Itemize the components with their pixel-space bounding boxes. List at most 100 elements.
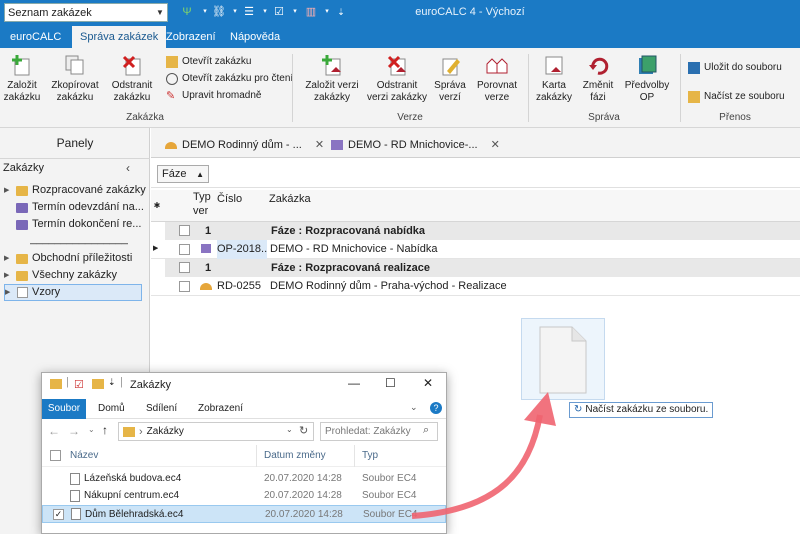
maximize-icon[interactable]: ☐: [385, 376, 396, 390]
house-icon: [165, 141, 177, 149]
chevron-down-icon[interactable]: ⌄: [88, 425, 95, 434]
row-checkbox[interactable]: [179, 281, 190, 292]
ribbon-tabs: euroCALC Správa zakázek Zobrazení Nápově…: [0, 26, 800, 48]
group-by-chip[interactable]: Fáze ▲: [157, 165, 209, 183]
change-phase-button[interactable]: Změnit fázi: [578, 54, 618, 104]
group-label: Zakázka: [126, 112, 164, 123]
refresh-icon[interactable]: ↻: [299, 424, 308, 437]
open-order-button[interactable]: Otevřít zakázku: [166, 54, 293, 69]
tab-zobrazeni[interactable]: Zobrazení: [158, 26, 224, 48]
address-bar[interactable]: › Zakázky: [118, 422, 314, 441]
new-order-button[interactable]: Založit zakázku: [2, 54, 42, 104]
file-row-selected[interactable]: ✓ Dům Bělehradská.ec4 20.07.2020 14:28 S…: [42, 505, 446, 523]
bulk-edit-button[interactable]: ✎ Upravit hromadně: [166, 88, 293, 103]
file-row[interactable]: Nákupní centrum.ec4 20.07.2020 14:28 Sou…: [42, 487, 446, 505]
customize-icon[interactable]: ⇣: [108, 377, 116, 388]
new-version-button[interactable]: Založit verzi zakázky: [300, 54, 364, 104]
open-readonly-button[interactable]: Otevřít zakázku pro čtení: [166, 71, 293, 86]
up-icon[interactable]: ↑: [102, 423, 108, 437]
divider: [528, 54, 529, 122]
help-icon[interactable]: ?: [430, 402, 442, 414]
tab-zobrazeni[interactable]: Zobrazení: [198, 399, 243, 419]
compare-versions-button[interactable]: Porovnat verze: [474, 54, 520, 104]
tab-eurocalc[interactable]: euroCALC: [2, 26, 69, 48]
divider: |: [120, 376, 123, 388]
group-by-label: Fáze: [162, 168, 187, 180]
label: verze: [484, 92, 510, 103]
save-to-file-button[interactable]: Uložit do souboru: [688, 60, 785, 75]
minimize-icon[interactable]: —: [348, 376, 360, 390]
col-name[interactable]: Název: [70, 450, 98, 461]
expand-icon[interactable]: ▶: [4, 250, 12, 267]
forward-icon[interactable]: →: [68, 424, 80, 438]
radio-icon: [166, 72, 178, 85]
chevron-down-icon[interactable]: ⌄: [286, 425, 293, 434]
group-checkbox[interactable]: [179, 262, 190, 273]
tree-item[interactable]: Termín odevzdání na...: [16, 199, 144, 216]
file-icon: [71, 508, 81, 520]
tab-napoveda[interactable]: Nápověda: [222, 26, 288, 48]
properties-icon[interactable]: ☑: [74, 378, 84, 391]
filter-icon: [16, 219, 28, 230]
tab-sprava-zakazek[interactable]: Správa zakázek: [72, 26, 167, 48]
label: Předvolby: [624, 80, 670, 91]
doc-tab-1[interactable]: DEMO Rodinný dům - ... ✕: [165, 135, 324, 155]
chevron-down-icon[interactable]: ⌄: [410, 402, 418, 413]
file-row[interactable]: Lázeňská budova.ec4 20.07.2020 14:28 Sou…: [42, 470, 446, 488]
col-cislo[interactable]: Číslo: [217, 192, 242, 206]
address-row: ← → ⌄ ↑ › Zakázky ⌄ ↻ Prohledat: Zakázky…: [42, 419, 446, 445]
app-title: euroCALC 4 - Výchozí: [415, 6, 525, 18]
col-zakazka[interactable]: Zakázka: [269, 192, 311, 206]
order-card-button[interactable]: Karta zakázky: [534, 54, 574, 104]
expand-icon[interactable]: ▶: [4, 182, 12, 199]
tab-domu[interactable]: Domů: [98, 399, 125, 419]
expand-icon[interactable]: ▶: [4, 267, 12, 284]
doc-tab-2[interactable]: DEMO - RD Mnichovice-... ✕: [331, 135, 500, 155]
label: Správa: [434, 80, 466, 91]
collapse-icon[interactable]: ‹: [126, 161, 130, 175]
manage-versions-button[interactable]: Správa verzí: [432, 54, 468, 104]
open-folder-icon: [688, 90, 700, 103]
table-row[interactable]: RD-0255 DEMO Rodinný dům - Praha-východ …: [151, 277, 800, 296]
delete-version-button[interactable]: Odstranit verzi zakázky: [366, 54, 428, 104]
tree-item[interactable]: ▶ Obchodní příležitosti: [4, 250, 132, 267]
col-date[interactable]: Datum změny: [264, 450, 326, 461]
tab-soubor[interactable]: Soubor: [42, 399, 86, 419]
breadcrumb-separator: ›: [139, 425, 143, 438]
tab-sdileni[interactable]: Sdílení: [146, 399, 177, 419]
search-input[interactable]: Prohledat: Zakázky ⌕: [320, 422, 438, 441]
tree-item-label: Vzory: [32, 286, 61, 298]
briefcase-icon: [201, 244, 211, 253]
close-icon[interactable]: ✕: [315, 135, 324, 155]
delete-order-button[interactable]: Odstranit zakázku: [108, 54, 156, 104]
op-preferences-button[interactable]: Předvolby OP: [622, 54, 672, 104]
group-row[interactable]: 1 Fáze : Rozpracovaná nabídka: [165, 222, 800, 240]
close-icon[interactable]: ✕: [423, 376, 433, 390]
col-ver[interactable]: ver: [193, 204, 208, 218]
label: OP: [639, 92, 655, 103]
tree-item-selected[interactable]: ▶ Vzory: [4, 284, 142, 301]
expand-icon[interactable]: ▶: [5, 285, 13, 300]
tree-item[interactable]: ▶ Všechny zakázky: [4, 267, 117, 284]
row-checkbox[interactable]: ✓: [53, 509, 64, 520]
new-version-icon: [321, 54, 343, 76]
select-all-checkbox[interactable]: [50, 450, 61, 461]
row-checkbox[interactable]: [179, 244, 190, 255]
new-folder-icon[interactable]: [92, 379, 104, 389]
divider: |: [66, 376, 69, 388]
save-icon: [688, 61, 700, 74]
group-checkbox[interactable]: [179, 225, 190, 236]
col-typ[interactable]: Typ: [193, 190, 211, 204]
col-type[interactable]: Typ: [362, 450, 378, 461]
back-icon[interactable]: ←: [48, 424, 60, 438]
file-type: Soubor EC4: [362, 490, 417, 501]
close-icon[interactable]: ✕: [491, 135, 500, 155]
tree-item[interactable]: ▶ Rozpracované zakázky: [4, 182, 146, 199]
table-row[interactable]: ▶ OP-2018... DEMO - RD Mnichovice - Nabí…: [151, 240, 800, 259]
load-from-file-button[interactable]: Načíst ze souboru: [688, 89, 785, 104]
group-row[interactable]: 1 Fáze : Rozpracovaná realizace: [165, 259, 800, 277]
file-name: Nákupní centrum.ec4: [84, 490, 180, 501]
explorer-titlebar: | ☑ ⇣ | Zakázky — ☐ ✕: [42, 373, 446, 397]
copy-order-button[interactable]: Zkopírovat zakázku: [48, 54, 102, 104]
document-tabs: DEMO Rodinný dům - ... ✕ DEMO - RD Mnicho…: [151, 128, 800, 158]
